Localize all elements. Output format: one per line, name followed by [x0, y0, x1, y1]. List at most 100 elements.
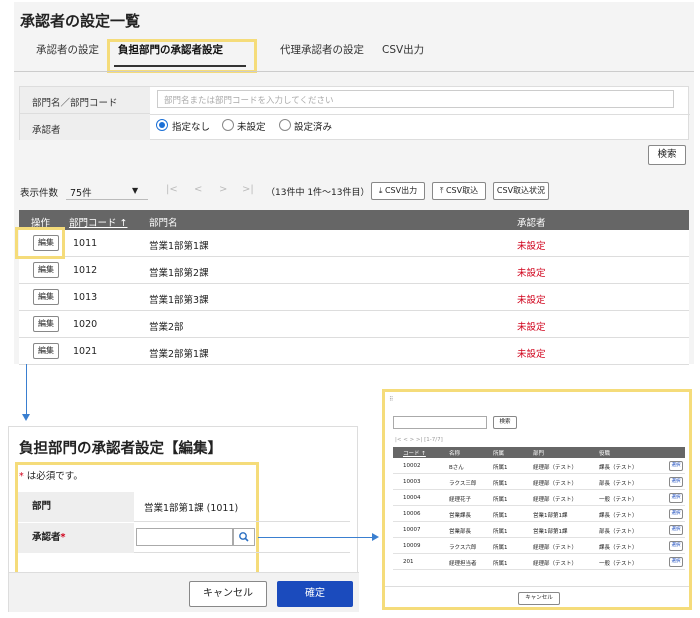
popup-header-name: 名称 — [449, 451, 461, 457]
page-size-underline — [66, 199, 148, 200]
next-page-icon[interactable]: > — [219, 184, 227, 195]
edit-button[interactable]: 編集 — [33, 316, 59, 332]
user-code: 201 — [403, 559, 414, 565]
dept-code: 1020 — [73, 319, 98, 330]
arrow-down-icon — [22, 414, 30, 421]
user-dept: 経理部（テスト） — [533, 545, 578, 551]
select-button[interactable]: 選択 — [669, 557, 683, 567]
user-dept: 営業1部第1課 — [533, 513, 568, 519]
cancel-button[interactable]: キャンセル — [189, 581, 267, 607]
table-row: 201 経理担当者 所属1 経理部（テスト） 一般（テスト） 選択 — [393, 554, 685, 570]
table-row: 編集 1011 営業1部第1課 未設定 — [19, 230, 689, 257]
radio-unspecified-label: 指定なし — [172, 122, 211, 133]
dialog-title: 負担部門の承認者設定【編集】 — [19, 441, 222, 457]
table-row: 10006 営業課長 所属1 営業1部第1課 課長（テスト） 選択 — [393, 506, 685, 522]
user-dept: 経理部（テスト） — [533, 465, 578, 471]
table-row: 編集 1020 営業2部 未設定 — [19, 311, 689, 338]
dept-field-label: 部門 — [18, 492, 134, 522]
table-row: 10009 ラクス六郎 所属1 経理部（テスト） 課長（テスト） 選択 — [393, 538, 685, 554]
radio-set[interactable] — [279, 119, 291, 131]
tab-csv-export[interactable]: CSV出力 — [382, 42, 424, 57]
radio-not-set[interactable] — [222, 119, 234, 131]
user-affil: 所属1 — [493, 561, 508, 567]
user-name: 経理担当者 — [449, 561, 477, 567]
popup-search-button[interactable]: 検索 — [493, 416, 517, 429]
select-button[interactable]: 選択 — [669, 541, 683, 551]
prev-page-icon[interactable]: < — [194, 184, 202, 195]
approver-label-text: 承認者 — [32, 532, 61, 543]
user-affil: 所属1 — [493, 529, 508, 535]
user-code: 10003 — [403, 479, 421, 485]
edit-button[interactable]: 編集 — [33, 289, 59, 305]
user-code: 10002 — [403, 463, 421, 469]
table-row: 10002 Bさん 所属1 経理部（テスト） 課長（テスト） 選択 — [393, 458, 685, 474]
select-button[interactable]: 選択 — [669, 525, 683, 535]
dialog-footer: キャンセル 確定 — [9, 572, 359, 612]
user-name: 経理花子 — [449, 497, 472, 503]
drag-handle[interactable]: ⠿ — [389, 396, 393, 403]
last-page-icon[interactable]: >| — [242, 184, 254, 195]
table-row: 編集 1012 営業1部第2課 未設定 — [19, 257, 689, 284]
user-role: 部長（テスト） — [599, 529, 638, 535]
tab-approver-settings[interactable]: 承認者の設定 — [36, 42, 99, 57]
popup-cancel-button[interactable]: キャンセル — [518, 592, 560, 605]
user-code: 10004 — [403, 495, 421, 501]
popup-header-affil: 所属 — [493, 451, 505, 457]
header-dept-code[interactable]: 部門コード ↑ — [69, 215, 127, 229]
tab-proxy-approver[interactable]: 代理承認者の設定 — [280, 42, 364, 57]
confirm-button[interactable]: 確定 — [277, 581, 353, 607]
radio-unspecified[interactable] — [156, 119, 168, 131]
tab-cost-dept-approver[interactable]: 負担部門の承認者設定 — [118, 42, 223, 57]
user-role: 一般（テスト） — [599, 561, 638, 567]
popup-search-input[interactable] — [393, 416, 487, 429]
user-affil: 所属1 — [493, 497, 508, 503]
user-affil: 所属1 — [493, 481, 508, 487]
search-button[interactable]: 検索 — [648, 145, 686, 165]
dept-search-input[interactable]: 部門名または部門コードを入力してください — [157, 90, 674, 108]
dept-value: 営業1部第1課 (1011) — [144, 503, 239, 514]
select-button[interactable]: 選択 — [669, 509, 683, 519]
user-code: 10007 — [403, 527, 421, 533]
form-divider — [150, 114, 690, 115]
required-star: * — [60, 532, 66, 543]
header-dept-name: 部門名 — [149, 218, 178, 229]
approver-input[interactable] — [136, 528, 233, 546]
dept-code: 1012 — [73, 265, 98, 276]
radio-not-set-label: 未設定 — [237, 122, 266, 133]
first-page-icon[interactable]: |< — [166, 184, 178, 195]
table-row: 10007 営業部長 所属1 営業1部第1課 部長（テスト） 選択 — [393, 522, 685, 538]
user-role: 課長（テスト） — [599, 465, 638, 471]
user-dept: 経理部（テスト） — [533, 497, 578, 503]
required-text: は必須です。 — [26, 471, 83, 482]
popup-header-code[interactable]: コード ↑ — [403, 449, 426, 457]
user-affil: 所属1 — [493, 465, 508, 471]
edit-button[interactable]: 編集 — [33, 343, 59, 359]
user-role: 部長（テスト） — [599, 481, 638, 487]
highlight-box — [15, 227, 65, 259]
page-size-select[interactable]: 75件 — [70, 185, 92, 199]
header-approver: 承認者 — [517, 218, 546, 229]
approver-settings-panel: 承認者の設定一覧 承認者の設定 負担部門の承認者設定 代理承認者の設定 CSV出… — [14, 2, 694, 365]
chevron-down-icon: ▼ — [132, 186, 139, 195]
select-button[interactable]: 選択 — [669, 477, 683, 487]
radio-set-label: 設定済み — [294, 122, 333, 133]
csv-import-status-button[interactable]: CSV取込状況 — [493, 182, 549, 200]
user-name: ラクス六郎 — [449, 545, 477, 551]
csv-export-button[interactable]: ⤓ CSV出力 — [371, 182, 425, 200]
pager-info: （13件中 1件～13件目） — [266, 188, 370, 198]
user-dept: 営業1部第1課 — [533, 529, 568, 535]
popup-table-header: コード ↑ 名称 所属 部門 役職 — [393, 447, 685, 458]
dept-name: 営業1部第1課 — [149, 241, 209, 252]
page-title: 承認者の設定一覧 — [20, 12, 141, 30]
edit-dialog: 負担部門の承認者設定【編集】 * は必須です。 部門 営業1部第1課 (1011… — [8, 426, 359, 612]
table-row: 編集 1021 営業2部第1課 未設定 — [19, 338, 689, 365]
approver-status: 未設定 — [517, 322, 546, 333]
arrow-right-icon — [372, 533, 379, 541]
csv-import-button[interactable]: ⤒ CSV取込 — [432, 182, 486, 200]
csv-import-label: CSV取込 — [445, 186, 479, 195]
approver-search-button[interactable] — [233, 528, 255, 546]
select-button[interactable]: 選択 — [669, 461, 683, 471]
edit-button[interactable]: 編集 — [33, 262, 59, 278]
select-button[interactable]: 選択 — [669, 493, 683, 503]
dept-name: 営業1部第2課 — [149, 268, 209, 279]
